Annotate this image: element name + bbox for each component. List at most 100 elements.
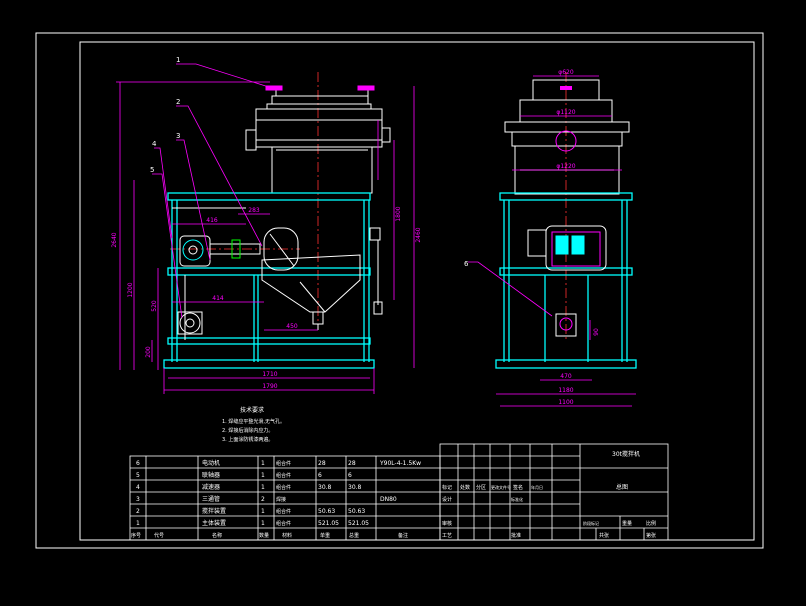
bom-cell-qty: 1 [261, 472, 265, 479]
callout-4: 4 [152, 140, 157, 148]
callout-1: 1 [176, 56, 180, 64]
tb-label-process: 工艺 [442, 533, 452, 539]
bom-cell-w2: 6 [348, 472, 352, 479]
tb-label-zone: 分区 [476, 484, 486, 491]
side-handwheel-icon [560, 86, 572, 90]
tb-label-sign: 签名 [513, 484, 523, 491]
dim-416: 416 [206, 217, 218, 224]
front-view: 2640 1200 520 200 1800 2460 416 283 414 … [111, 56, 422, 394]
dim-mid-1220: φ1220 [556, 163, 575, 170]
dim-height-1800: 1800 [395, 206, 402, 221]
title-block: 30t搅拌机 总图 标记 处数 分区 更改文件号 签名 年月日 设计 标准化 阶… [439, 443, 669, 541]
cad-drawing-sheet: 2640 1200 520 200 1800 2460 416 283 414 … [0, 0, 806, 606]
bom-cell-material: 组合件 [276, 520, 291, 527]
bom-cell-w1: 50.63 [318, 508, 335, 515]
bom-cell-w1: 6 [318, 472, 322, 479]
bom-cell-qty: 2 [261, 496, 265, 503]
bom-cell-w1: 521.05 [318, 520, 339, 527]
side-pipe [369, 227, 383, 315]
tb-label-standard: 标准化 [511, 496, 523, 502]
tb-label-sheets: 共张 [599, 532, 609, 539]
dim-470: 470 [560, 373, 572, 380]
bom-cell-w1: 28 [318, 460, 326, 467]
dim-450: 450 [286, 323, 298, 330]
bom-header-qty: 数量 [259, 532, 269, 539]
tb-label-sheet: 第张 [646, 532, 656, 539]
notes-line-3: 3. 上面涂防锈漆两遍。 [222, 436, 273, 443]
bom-cell-w2: 50.63 [348, 508, 365, 515]
bom-cell-material: 组合件 [276, 472, 291, 479]
dim-top-620: φ620 [558, 69, 574, 76]
tb-label-change-doc: 更改文件号 [491, 484, 511, 490]
tank-top [245, 88, 391, 194]
bom-cell-name: 搅拌装置 [202, 507, 226, 515]
conical-hopper [261, 254, 361, 330]
bom-cell-w2: 521.05 [348, 520, 369, 527]
dim-283: 283 [248, 207, 260, 214]
bom-cell-w2: 28 [348, 460, 356, 467]
bom-cell-material: 组合件 [276, 460, 291, 467]
bom-header-code: 代号 [154, 532, 164, 539]
dim-base-1100: 1100 [558, 399, 573, 406]
tb-label-count: 处数 [460, 484, 470, 491]
bom-header-name: 名称 [212, 532, 222, 539]
bom-cell-name: 主体装置 [202, 519, 226, 527]
bom-cell-name: 电动机 [202, 459, 220, 467]
bom-cell-no: 4 [136, 484, 140, 491]
drawing-svg: 2640 1200 520 200 1800 2460 416 283 414 … [35, 32, 764, 549]
bom-header-total-weight: 总重 [349, 532, 359, 539]
tb-label-scale: 比例 [646, 520, 656, 527]
title-block-grid [439, 443, 669, 541]
dim-width-1790: 1790 [262, 383, 277, 390]
dim-width-1710: 1710 [262, 371, 277, 378]
bom-cell-name: 三通管 [202, 495, 220, 503]
bom-header: 序号 代号 名称 数量 材料 单重 总重 备注 [131, 532, 408, 539]
bom-cell-remark: DN80 [380, 496, 397, 503]
bom-cell-qty: 1 [261, 484, 265, 491]
side-drive [527, 225, 607, 337]
callout-6: 6 [464, 260, 469, 268]
bom-cell-w2: 30.8 [348, 484, 362, 491]
bom-cell-material: 组合件 [276, 484, 291, 491]
notes-line-1: 1. 焊缝应平整光滑,无气孔。 [222, 418, 285, 425]
bom-header-no: 序号 [131, 532, 141, 539]
dim-height-520: 520 [151, 300, 158, 312]
side-view: φ620 φ1120 φ1220 470 90 1180 1100 6 [464, 69, 637, 407]
dim-height-2460: 2460 [415, 227, 422, 242]
dim-90: 90 [593, 328, 600, 336]
bom-cell-qty: 1 [261, 508, 265, 515]
tb-label-stage: 阶段标记 [583, 520, 599, 526]
tb-label-mark: 标记 [442, 484, 452, 491]
tb-label-approve: 批准 [511, 532, 521, 539]
frame-brace [172, 207, 246, 340]
bom-header-remark: 备注 [398, 532, 408, 539]
tb-label-review: 审核 [442, 520, 452, 527]
bom-rows: 6 电动机 1 组合件 28 28 Y90L-4-1.5Kw 5 联轴器 1 组合件 6 6 4 减速器 1 组… [136, 459, 421, 527]
bill-of-materials: 6 电动机 1 组合件 28 28 Y90L-4-1.5Kw 5 联轴器 1 组合件 6 6 4 减速器 1 组… [129, 455, 441, 541]
dim-base-1180: 1180 [558, 387, 573, 394]
callout-2: 2 [176, 98, 180, 106]
bom-cell-no: 1 [136, 520, 140, 527]
callout-numbers: 1 2 3 4 5 [150, 56, 180, 174]
bom-header-material: 材料 [282, 532, 292, 539]
dim-414: 414 [212, 295, 224, 302]
notes-title: 技术要求 [240, 406, 264, 414]
bom-cell-name: 联轴器 [202, 471, 220, 479]
bom-cell-qty: 1 [261, 460, 265, 467]
support-frame [163, 192, 375, 369]
handwheel-icon [265, 85, 375, 91]
callout-5: 5 [150, 166, 154, 174]
tb-label-date: 年月日 [531, 484, 543, 490]
bom-cell-no: 5 [136, 472, 140, 479]
bom-cell-no: 3 [136, 496, 140, 503]
bom-cell-material: 组合件 [276, 508, 291, 515]
bom-cell-material: 焊接 [276, 496, 286, 503]
dim-top-1120: φ1120 [556, 109, 575, 116]
notes-line-2: 2. 焊接后消除内应力。 [222, 427, 273, 434]
bom-cell-w1: 30.8 [318, 484, 332, 491]
drawing-name: 30t搅拌机 [612, 450, 640, 458]
dim-height-1200: 1200 [127, 282, 134, 297]
dim-total-height: 2640 [111, 232, 118, 247]
dim-height-200: 200 [145, 346, 152, 358]
bom-cell-no: 2 [136, 508, 140, 515]
